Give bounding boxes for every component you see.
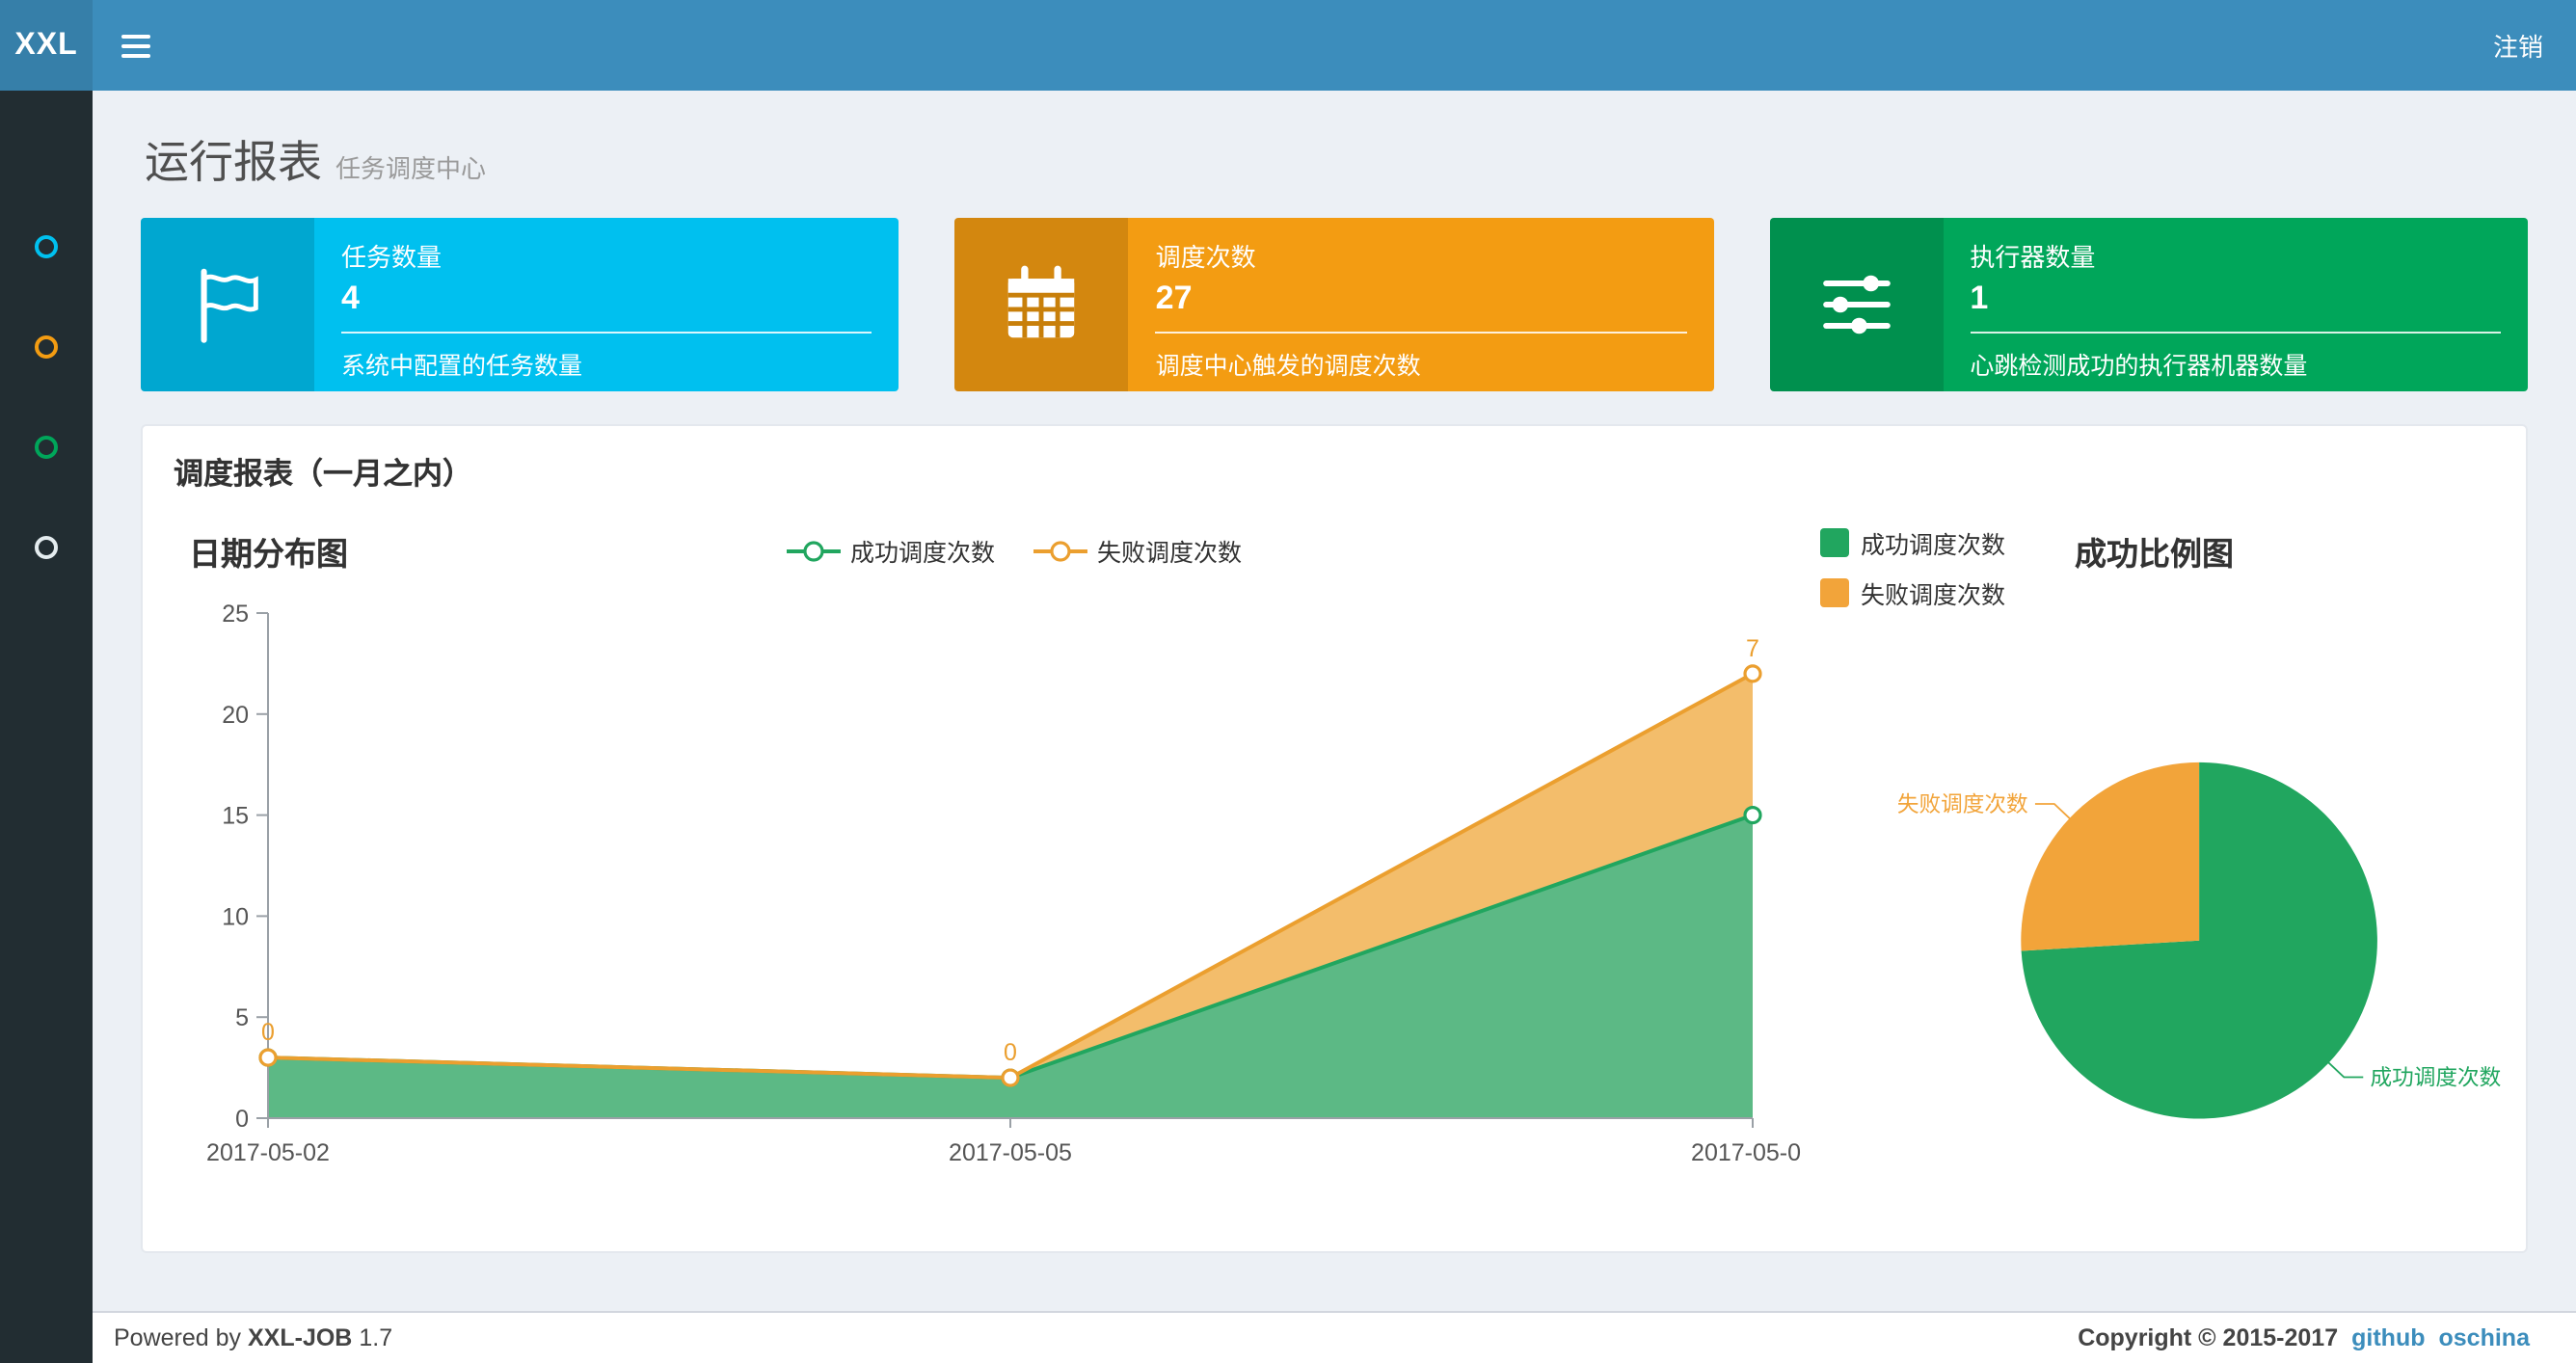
pie-label-line: [2326, 1060, 2364, 1079]
y-tick-label: 25: [222, 601, 249, 628]
info-box-title: 任务数量: [341, 243, 443, 272]
panel-body: 日期分布图 成功调度次数 失败调度次数 0 5 10 15 20 25 2017-05-02 2…: [143, 501, 2526, 1251]
info-box-row: 任务数量 4 系统中配置的任务数量 调度次数 27 调度中心触发的调度次数 执行…: [121, 218, 2547, 391]
sidebar-item-executor[interactable]: [0, 497, 93, 598]
y-tick-label: 0: [235, 1106, 249, 1133]
page-title: 运行报表: [145, 137, 322, 187]
top-navbar: XXL 注销: [0, 0, 2576, 91]
divider: [1970, 332, 2501, 334]
y-tick-label: 10: [222, 903, 249, 930]
info-box-job-count: 任务数量 4 系统中配置的任务数量: [141, 218, 899, 391]
sidebar-toggle-button[interactable]: [93, 0, 177, 91]
date-distribution-chart: 日期分布图 成功调度次数 失败调度次数 0 5 10 15 20 25 2017-05-02 2…: [162, 513, 1801, 1228]
y-tick-label: 5: [235, 1004, 249, 1031]
info-box-title: 执行器数量: [1970, 243, 2096, 272]
pie-legend-swatch: [1820, 528, 1849, 557]
success-ratio-chart: 成功调度次数 失败调度次数 成功比例图 成功调度次数 失败调度次数: [1801, 513, 2507, 1228]
navbar-right: 注销: [2460, 0, 2576, 91]
flag-icon: [141, 218, 314, 391]
info-box-body: 调度次数 27 调度中心触发的调度次数: [1129, 218, 1714, 391]
pie-chart-header: 成功调度次数 失败调度次数 成功比例图: [1801, 513, 2507, 611]
fail-data-label: 0: [261, 1019, 275, 1046]
line-chart-title: 日期分布图: [189, 538, 348, 573]
hamburger-icon: [121, 34, 149, 57]
main-content: 运行报表 任务调度中心 任务数量 4 系统中配置的任务数量 调度次数 27 调度…: [93, 91, 2576, 1311]
sidebar-item-job-log[interactable]: [0, 397, 93, 497]
pie-label: 失败调度次数: [1897, 792, 2028, 816]
divider: [341, 332, 872, 334]
legend-label: 失败调度次数: [1861, 582, 2006, 609]
sliders-icon: [1769, 218, 1944, 391]
info-box-value: 4: [341, 280, 360, 316]
info-box-executor-count: 执行器数量 1 心跳检测成功的执行器机器数量: [1769, 218, 2528, 391]
line-chart: 05101520252017-05-022017-05-052017-05-08…: [206, 601, 1801, 1166]
legend-label: 成功调度次数: [1861, 532, 2006, 559]
info-box-desc: 系统中配置的任务数量: [341, 353, 583, 380]
report-panel: 调度报表（一月之内） 日期分布图 成功调度次数 失败调度次数 0 5 10 15 20 25…: [141, 424, 2528, 1253]
y-tick-label: 15: [222, 803, 249, 830]
info-box-body: 执行器数量 1 心跳检测成功的执行器机器数量: [1943, 218, 2528, 391]
version-text: 1.7: [359, 1324, 393, 1351]
legend-label: 成功调度次数: [849, 540, 995, 567]
sidebar: [0, 91, 93, 1363]
x-tick-label: 2017-05-08: [1691, 1139, 1801, 1166]
legend-item[interactable]: 失败调度次数: [1820, 575, 2005, 611]
info-box-trigger-count: 调度次数 27 调度中心触发的调度次数: [954, 218, 1714, 391]
line-legend-marker: [786, 540, 841, 561]
fail-marker: [1001, 1068, 1020, 1087]
calendar-icon: [954, 218, 1129, 391]
fail-data-label: 7: [1746, 635, 1759, 662]
pie-slice[interactable]: [2021, 762, 2200, 951]
line-legend-marker: [1033, 540, 1087, 561]
x-tick-label: 2017-05-02: [206, 1139, 330, 1166]
circle-icon: [35, 235, 58, 258]
footer: Powered by XXL-JOB 1.7 Copyright © 2015-…: [93, 1311, 2576, 1363]
x-tick-label: 2017-05-05: [949, 1139, 1072, 1166]
github-link[interactable]: github: [2351, 1324, 2425, 1351]
fail-marker: [258, 1048, 278, 1067]
sidebar-item-dashboard[interactable]: [0, 197, 93, 297]
fail-data-label: 0: [1004, 1039, 1017, 1066]
copyright: Copyright © 2015-2017 github oschina: [2078, 1324, 2530, 1351]
line-chart-header: 日期分布图 成功调度次数 失败调度次数: [162, 524, 1801, 582]
info-box-desc: 调度中心触发的调度次数: [1155, 353, 1421, 380]
pie-label-line: [2034, 803, 2072, 820]
page-header: 运行报表 任务调度中心: [121, 106, 2547, 218]
pie-chart-title: 成功比例图: [2075, 538, 2235, 573]
success-marker: [1743, 806, 1762, 825]
fail-marker: [1743, 664, 1762, 683]
circle-icon: [35, 536, 58, 559]
page-subtitle: 任务调度中心: [335, 154, 487, 183]
app-logo[interactable]: XXL: [0, 0, 93, 91]
divider: [1155, 332, 1687, 334]
panel-title: 调度报表（一月之内）: [174, 459, 473, 492]
logout-link[interactable]: 注销: [2493, 27, 2543, 64]
pie-label: 成功调度次数: [2371, 1066, 2502, 1090]
info-box-value: 1: [1970, 280, 1989, 316]
info-box-title: 调度次数: [1155, 243, 1256, 272]
sidebar-item-job-manage[interactable]: [0, 297, 93, 397]
xxl-job-dashboard: XXL 注销 运行报表 任务调度中心 任务数量 4 系统中配置的任务数量 调度次…: [0, 0, 2576, 1363]
pie-chart: 成功调度次数 失败调度次数: [1897, 762, 2502, 1119]
circle-icon: [35, 436, 58, 459]
circle-icon: [35, 335, 58, 359]
copyright-text: Copyright © 2015-2017: [2078, 1324, 2339, 1351]
info-box-body: 任务数量 4 系统中配置的任务数量: [314, 218, 899, 391]
info-box-value: 27: [1155, 280, 1193, 316]
legend-item[interactable]: 成功调度次数: [786, 532, 995, 569]
legend-label: 失败调度次数: [1097, 540, 1243, 567]
brand-name: XXL-JOB: [248, 1324, 353, 1351]
y-tick-label: 20: [222, 702, 249, 729]
legend-item[interactable]: 成功调度次数: [1820, 524, 2005, 561]
line-chart-legend: 成功调度次数 失败调度次数: [786, 532, 1242, 569]
powered-by-text: Powered by: [114, 1324, 242, 1351]
info-box-desc: 心跳检测成功的执行器机器数量: [1970, 353, 2308, 380]
pie-chart-legend: 成功调度次数 失败调度次数: [1820, 524, 2005, 611]
pie-legend-swatch: [1820, 578, 1849, 607]
legend-item[interactable]: 失败调度次数: [1033, 532, 1242, 569]
oschina-link[interactable]: oschina: [2439, 1324, 2531, 1351]
powered-by: Powered by XXL-JOB 1.7: [114, 1324, 392, 1351]
